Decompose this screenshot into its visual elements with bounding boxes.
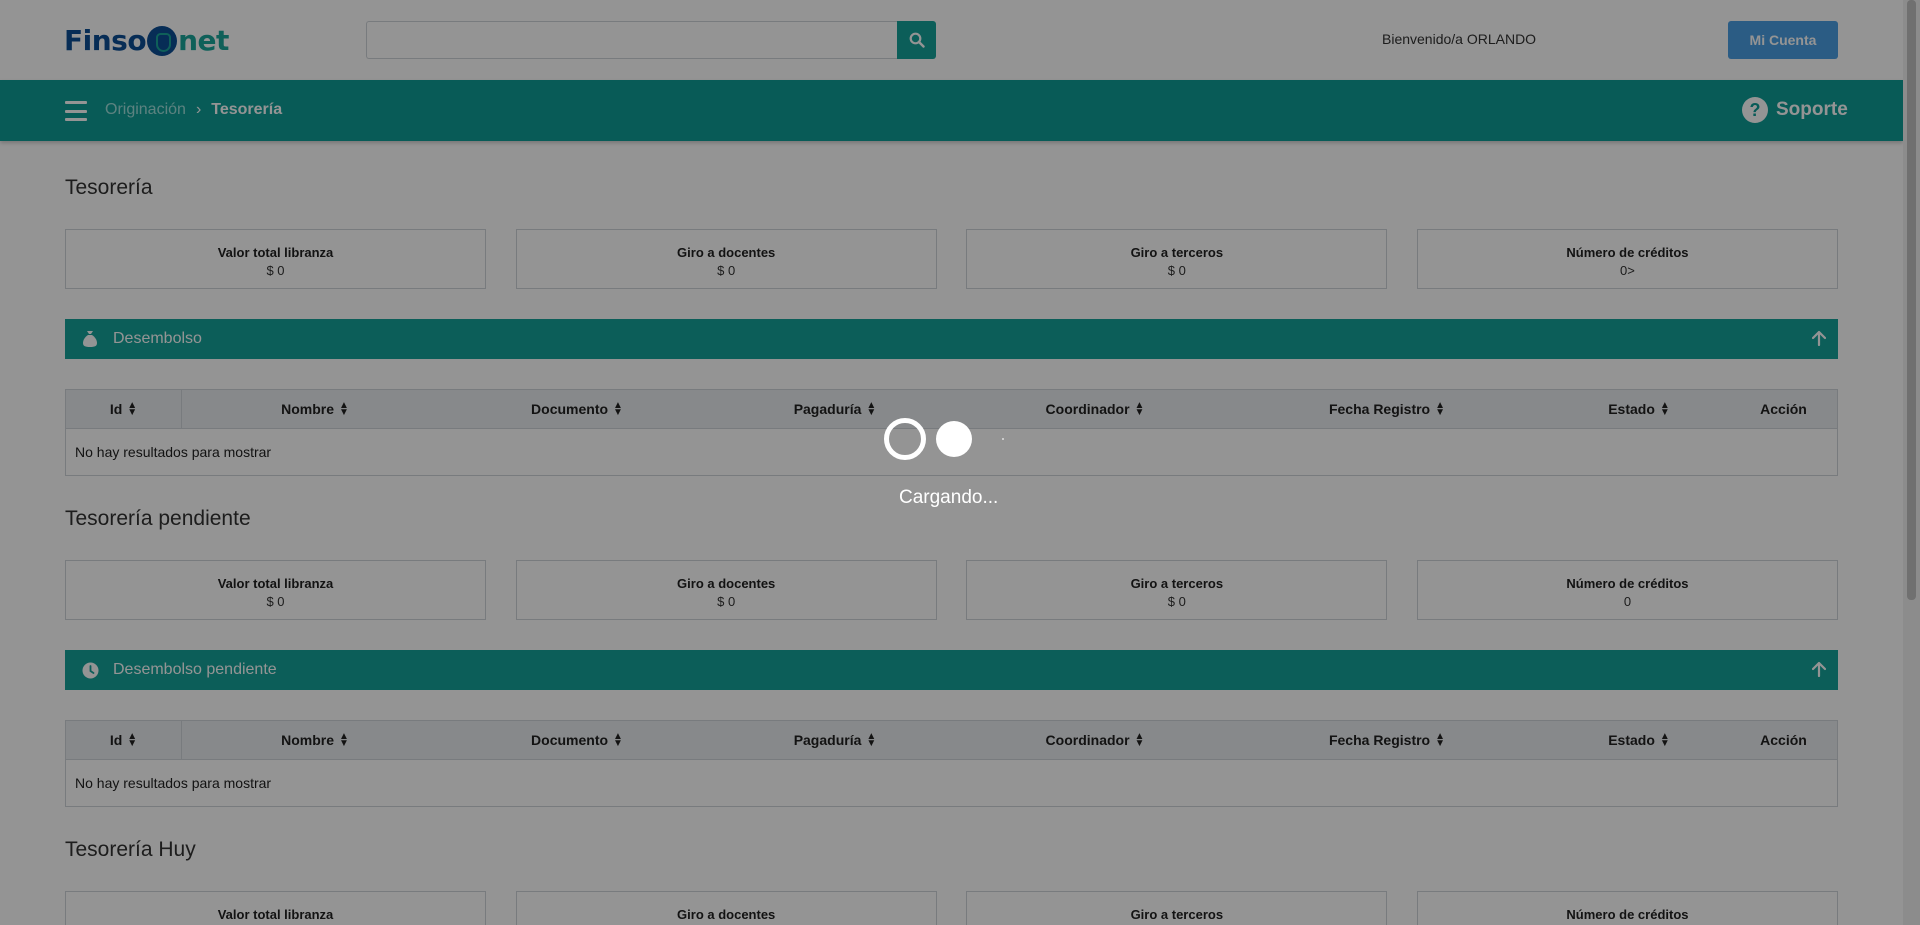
spinner-ring <box>884 418 926 460</box>
spinner-dot-small <box>1002 438 1004 440</box>
spinner-dot <box>936 421 972 457</box>
loading-spinner <box>884 418 1004 460</box>
loading-text: Cargando... <box>899 487 999 508</box>
loading-overlay: Cargando... <box>0 0 1920 925</box>
